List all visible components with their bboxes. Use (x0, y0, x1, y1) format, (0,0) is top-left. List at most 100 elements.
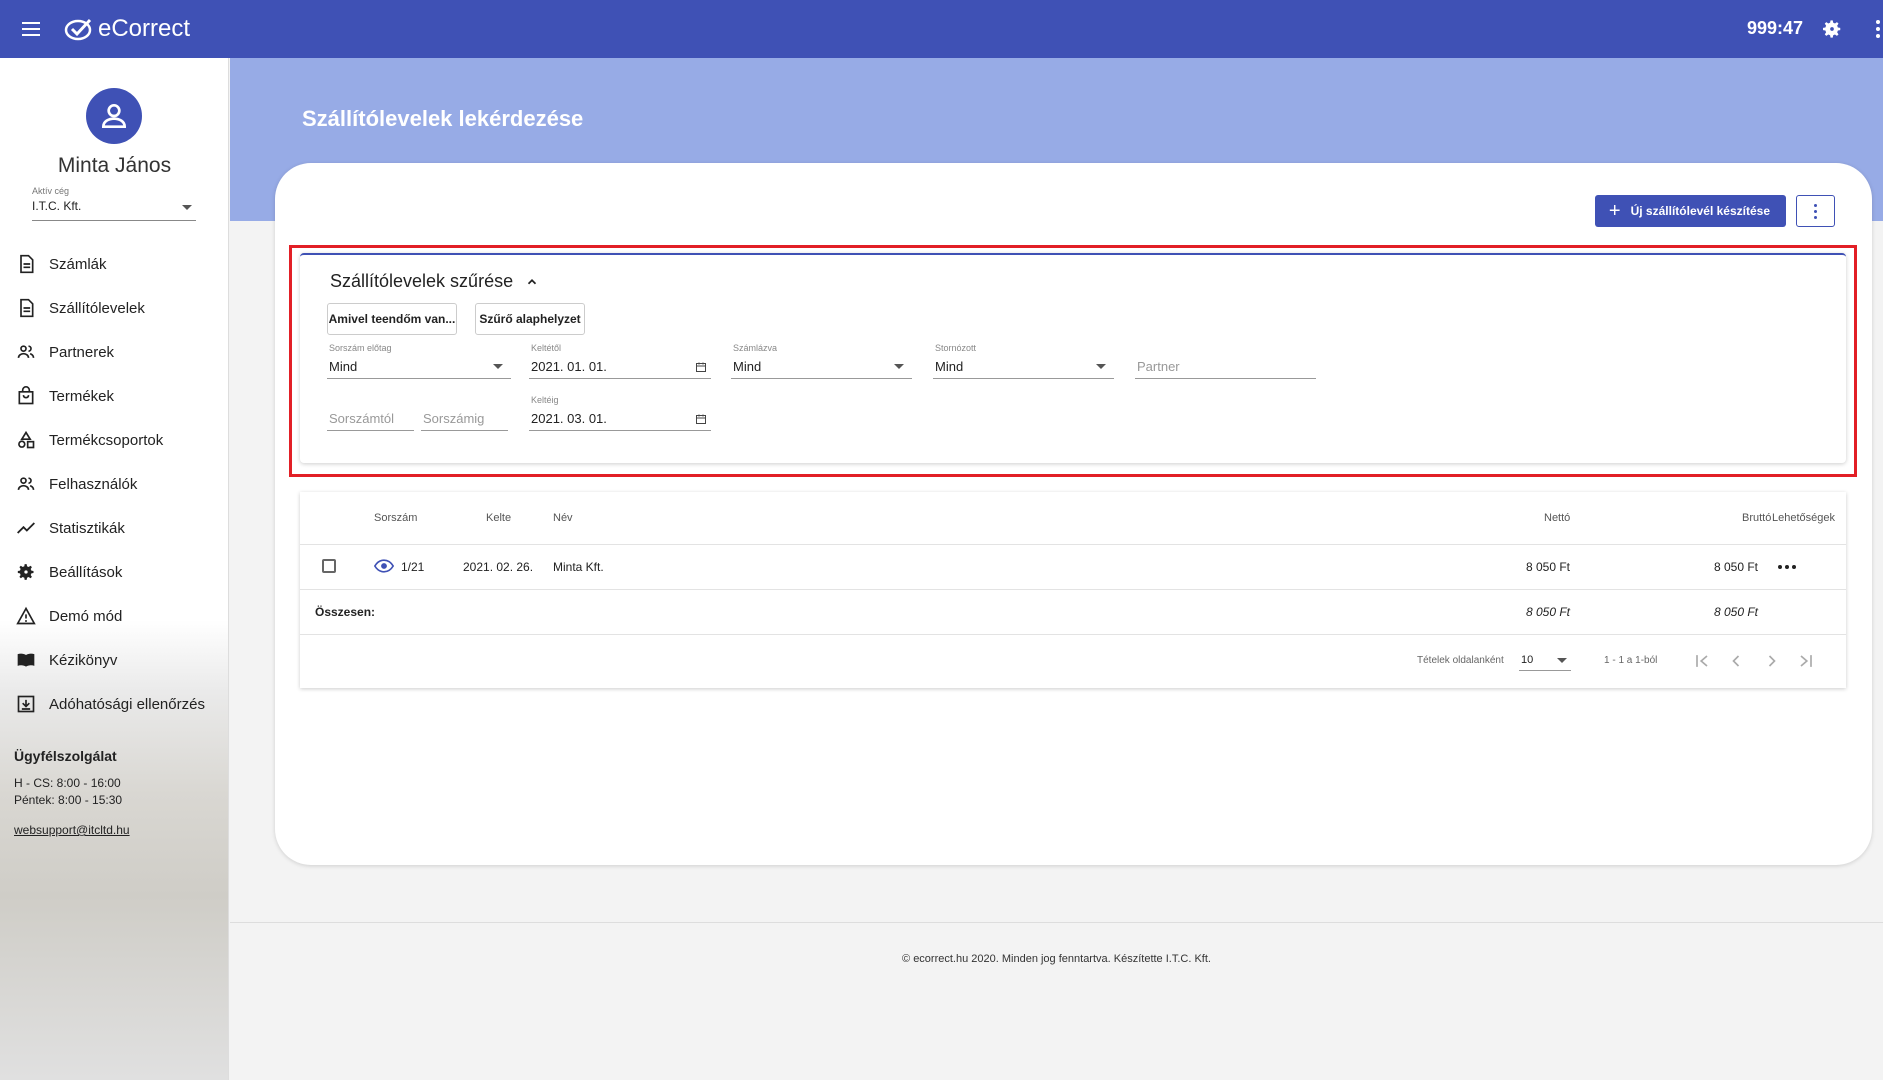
app-logo[interactable]: eCorrect (64, 15, 190, 43)
calendar-icon[interactable] (695, 413, 707, 425)
company-value: I.T.C. Kft. (32, 199, 82, 213)
sidebar-item-beallitasok[interactable]: Beállítások (0, 550, 229, 594)
new-delivery-note-label: Új szállítólevél készítése (1630, 204, 1770, 218)
date-to-label: Keltéig (531, 395, 559, 405)
next-page-icon[interactable] (1762, 651, 1782, 671)
table-paginator: Tételek oldalanként 10 1 - 1 a 1-ból (300, 634, 1846, 686)
support-email-link[interactable]: websupport@itcltd.hu (14, 823, 130, 837)
cancelled-label: Stornózott (935, 343, 977, 353)
cancelled-select[interactable]: Stornózott Mind (933, 343, 1114, 379)
serial-prefix-select[interactable]: Sorszám előtag Mind (327, 343, 511, 379)
invoiced-value: Mind (733, 359, 762, 374)
top-app-bar: eCorrect 999:47 (0, 0, 1883, 58)
support-block: Ügyfélszolgálat H - CS: 8:00 - 16:00 Pén… (14, 748, 130, 837)
row-date: 2021. 02. 26. (463, 560, 534, 574)
menu-icon[interactable] (22, 17, 50, 41)
trending-icon (17, 522, 35, 534)
sidebar-item-label: Kézikönyv (49, 651, 118, 669)
sidebar-item-label: Adóhatósági ellenőrzés (49, 695, 205, 713)
main-content: Szállítólevelek lekérdezése + Új szállít… (230, 58, 1883, 1080)
sidebar-item-demo-mod[interactable]: Demó mód (0, 594, 229, 638)
shapes-icon (18, 430, 35, 449)
user-name: Minta János (57, 154, 172, 177)
sidebar-item-label: Beállítások (49, 563, 123, 581)
check-logo-icon (64, 18, 92, 41)
filter-title-text: Szállítólevelek szűrése (330, 271, 514, 291)
dropdown-caret-icon (894, 364, 904, 369)
sidebar-item-statisztikak[interactable]: Statisztikák (0, 506, 229, 550)
sidebar-item-szamlak[interactable]: Számlák (0, 242, 229, 286)
dropdown-caret-icon (1557, 658, 1567, 663)
column-header-net[interactable]: Nettó (1544, 512, 1570, 524)
column-header-name[interactable]: Név (553, 512, 573, 524)
new-delivery-note-button[interactable]: + Új szállítólevél készítése (1594, 195, 1786, 227)
row-net: 8 050 Ft (1525, 560, 1570, 574)
sidebar-item-partnerek[interactable]: Partnerek (0, 330, 229, 374)
per-page-value: 10 (1521, 654, 1534, 666)
session-timer: 999:47 (1746, 18, 1803, 38)
document-icon (20, 254, 34, 274)
book-icon (17, 653, 35, 667)
sidebar-item-termekek[interactable]: Termékek (0, 374, 229, 418)
table-row[interactable]: 1/21 2021. 02. 26. Minta Kft. 8 050 Ft 8… (300, 544, 1846, 589)
company-select[interactable]: I.T.C. Kft. (32, 199, 196, 221)
more-options-button[interactable] (1796, 195, 1835, 227)
filter-title[interactable]: Szállítólevelek szűrése (330, 271, 539, 292)
download-box-icon (17, 695, 35, 713)
eye-icon[interactable] (374, 558, 394, 574)
serial-to-placeholder: Sorszámig (423, 411, 485, 426)
serial-to-input[interactable]: Sorszámig (421, 395, 508, 431)
sidebar-item-kezikonyv[interactable]: Kézikönyv (0, 638, 229, 682)
date-to-field[interactable]: Keltéig 2021. 03. 01. (529, 395, 711, 431)
sidebar-item-label: Felhasználók (49, 475, 138, 493)
support-title: Ügyfélszolgálat (14, 748, 117, 764)
sidebar-item-label: Termékek (49, 387, 115, 405)
sidebar: Minta János Aktív cég I.T.C. Kft. Számlá… (0, 58, 229, 1080)
reset-filter-button[interactable]: Szűrő alaphelyzet (475, 303, 585, 335)
row-name: Minta Kft. (553, 560, 604, 574)
date-from-field[interactable]: Keltétől 2021. 01. 01. (529, 343, 711, 379)
bag-icon (18, 386, 34, 405)
plus-icon: + (1608, 200, 1621, 222)
top-more-icon[interactable] (1873, 18, 1883, 40)
sidebar-item-label: Termékcsoportok (49, 431, 164, 449)
avatar[interactable] (86, 88, 142, 144)
page-range: 1 - 1 a 1-ból (1604, 655, 1658, 666)
chevron-up-icon[interactable] (525, 275, 539, 289)
sidebar-item-adohatosagi-ellenorzes[interactable]: Adóhatósági ellenőrzés (0, 682, 229, 726)
total-net: 8 050 Ft (1525, 605, 1570, 619)
sidebar-item-szallitolevelek[interactable]: Szállítólevelek (0, 286, 229, 330)
people-icon (17, 477, 35, 490)
serial-prefix-value: Mind (329, 359, 358, 374)
invoiced-select[interactable]: Számlázva Mind (731, 343, 912, 379)
column-header-serial[interactable]: Sorszám (374, 512, 417, 524)
date-to-value: 2021. 03. 01. (531, 411, 607, 426)
sidebar-item-label: Számlák (49, 255, 107, 273)
sidebar-item-felhasznalok[interactable]: Felhasználók (0, 462, 229, 506)
column-header-date[interactable]: Kelte (486, 512, 511, 524)
dropdown-caret-icon (1096, 364, 1106, 369)
serial-from-placeholder: Sorszámtól (329, 411, 395, 426)
row-options-icon[interactable] (1778, 565, 1796, 569)
sidebar-item-termekcsoportok[interactable]: Termékcsoportok (0, 418, 229, 462)
column-header-options: Lehetőségek (1772, 512, 1835, 524)
app-name: eCorrect (98, 15, 191, 42)
todo-filter-button[interactable]: Amivel teendőm van... (327, 303, 457, 335)
date-from-label: Keltétől (531, 343, 562, 353)
first-page-icon[interactable] (1692, 651, 1712, 671)
serial-prefix-label: Sorszám előtag (329, 343, 392, 353)
per-page-select[interactable]: 10 (1519, 649, 1571, 671)
partner-input[interactable]: Partner (1135, 343, 1316, 379)
filter-panel: Szállítólevelek szűrése Amivel teendőm v… (300, 253, 1846, 463)
row-checkbox[interactable] (322, 559, 336, 573)
settings-gear-icon[interactable] (1821, 18, 1843, 40)
serial-from-input[interactable]: Sorszámtól (327, 395, 414, 431)
previous-page-icon[interactable] (1726, 651, 1746, 671)
column-header-gross[interactable]: Bruttó (1742, 512, 1771, 524)
page-title: Szállítólevelek lekérdezése (302, 106, 584, 131)
calendar-icon[interactable] (695, 361, 707, 373)
last-page-icon[interactable] (1796, 651, 1816, 671)
document-icon (20, 298, 34, 318)
row-serial: 1/21 (401, 560, 425, 574)
company-label: Aktív cég (32, 186, 70, 196)
